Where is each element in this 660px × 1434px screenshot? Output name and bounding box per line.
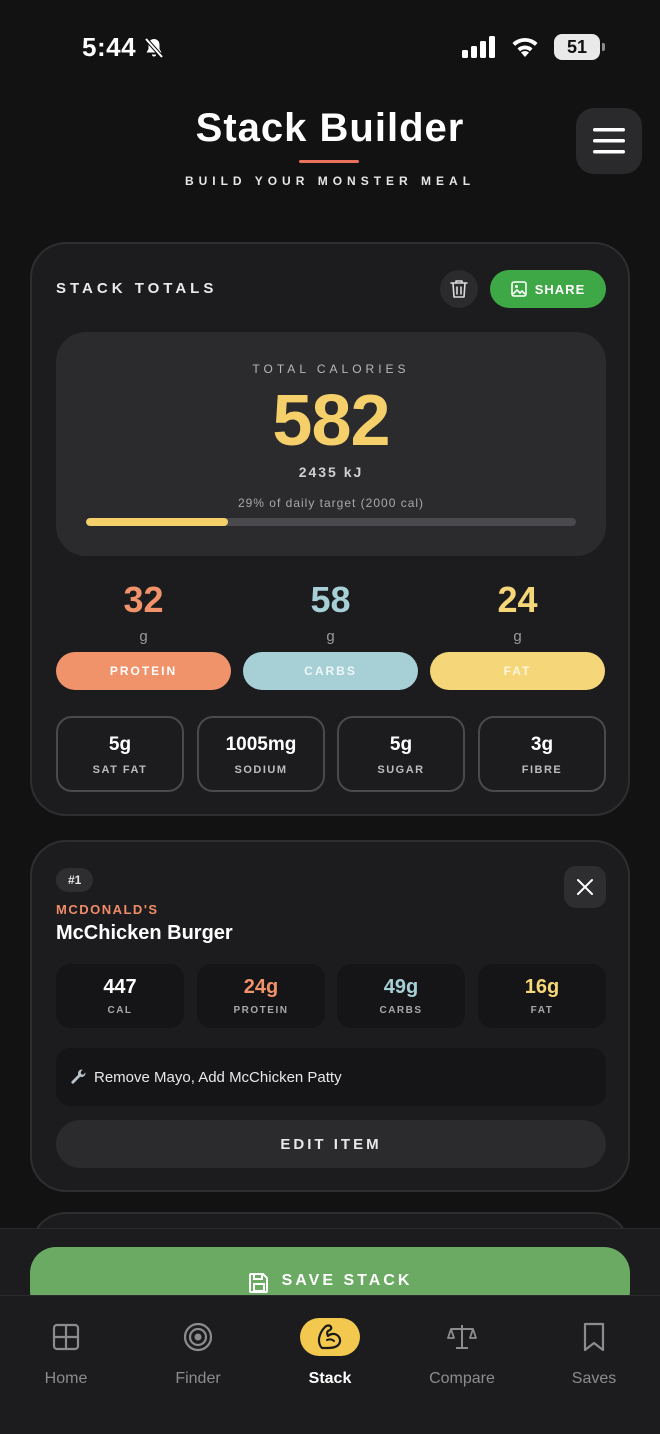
item-customization-text: Remove Mayo, Add McChicken Patty: [94, 1068, 342, 1086]
kilojoules-value: 2435 kJ: [298, 464, 364, 480]
clear-stack-button[interactable]: [440, 270, 478, 308]
status-clock: 5:44: [82, 32, 137, 62]
stack-item-card: #1 MCDONALD'S McChicken Burger 447 CAL 2…: [30, 840, 630, 1192]
save-icon: [248, 1273, 268, 1293]
item-index-badge: #1: [56, 868, 94, 892]
page-subtitle: BUILD YOUR MONSTER MEAL: [184, 174, 476, 188]
wifi-icon: [512, 37, 538, 57]
protein-total: 32 g: [56, 578, 231, 645]
trash-icon: [450, 280, 468, 298]
edit-item-button[interactable]: EDIT ITEM: [56, 1120, 606, 1168]
sodium-value: 1005mg: [225, 734, 297, 755]
bottom-tab-bar: Home Finder Stack Compare Saves: [0, 1295, 660, 1434]
total-calories-value: 582: [272, 381, 390, 461]
tab-finder[interactable]: Finder: [132, 1296, 264, 1396]
item-protein-label: PROTEIN: [233, 1005, 289, 1016]
item-protein-value: 24g: [243, 976, 279, 998]
fibre-stat: 3g FIBRE: [478, 716, 606, 792]
item-calories-label: CAL: [107, 1005, 133, 1016]
fat-total-unit: g: [513, 628, 522, 645]
signal-icon: [462, 36, 495, 58]
tab-stack-icon-wrap: [300, 1318, 360, 1356]
daily-progress-fill: [86, 518, 229, 526]
item-carbs-label: CARBS: [379, 1005, 423, 1016]
bookmark-icon: [582, 1318, 606, 1356]
carbs-total-value: 58: [310, 579, 351, 620]
protein-total-unit: g: [139, 628, 148, 645]
item-calories-value: 447: [103, 976, 137, 998]
protein-pill: PROTEIN: [56, 652, 231, 690]
stack-totals-label: STACK TOTALS: [56, 280, 218, 297]
item-brand: MCDONALD'S: [56, 902, 159, 917]
fibre-value: 3g: [530, 734, 554, 755]
tab-saves[interactable]: Saves: [528, 1296, 660, 1396]
fat-total: 24 g: [430, 578, 605, 645]
sat-fat-label: SAT FAT: [92, 764, 148, 776]
fat-pill: FAT: [430, 652, 605, 690]
item-fat-value: 16g: [524, 976, 560, 998]
wrench-icon: [71, 1069, 86, 1084]
protein-total-value: 32: [123, 579, 164, 620]
hamburger-icon: [593, 128, 625, 154]
daily-progress-bar: [86, 518, 576, 526]
item-name: McChicken Burger: [56, 922, 233, 944]
status-time: 5:44: [82, 32, 166, 63]
sodium-stat: 1005mg SODIUM: [197, 716, 325, 792]
calories-panel: TOTAL CALORIES 582 2435 kJ 29% of daily …: [56, 332, 606, 556]
tab-saves-label: Saves: [571, 1370, 617, 1387]
target-icon: [183, 1318, 213, 1356]
item-carbs-stat: 49g CARBS: [337, 964, 465, 1028]
remove-item-button[interactable]: [564, 866, 606, 908]
daily-target-text: 29% of daily target (2000 cal): [237, 496, 425, 510]
carbs-total: 58 g: [243, 578, 418, 645]
status-bar: 5:44 51: [0, 0, 660, 96]
tab-finder-label: Finder: [175, 1370, 221, 1387]
tab-compare-label: Compare: [429, 1370, 495, 1387]
sat-fat-value: 5g: [108, 734, 132, 755]
item-fat-label: FAT: [530, 1005, 554, 1016]
menu-button[interactable]: [576, 108, 642, 174]
save-stack-label: SAVE STACK: [281, 1272, 413, 1289]
share-label: SHARE: [534, 281, 586, 297]
total-calories-label: TOTAL CALORIES: [252, 362, 410, 376]
battery-indicator: 51: [554, 34, 605, 60]
image-icon: [510, 281, 527, 297]
close-icon: [577, 879, 593, 895]
item-calories-stat: 447 CAL: [56, 964, 184, 1028]
tab-stack-label: Stack: [308, 1370, 352, 1387]
tab-compare[interactable]: Compare: [396, 1296, 528, 1396]
flexed-arm-icon: [300, 1318, 360, 1356]
item-carbs-value: 49g: [383, 976, 419, 998]
scale-icon: [447, 1318, 477, 1356]
tab-home[interactable]: Home: [0, 1296, 132, 1396]
tab-stack[interactable]: Stack: [264, 1296, 396, 1396]
stack-totals-card: STACK TOTALS SHARE TOTAL CALORIES 582 24…: [30, 242, 630, 816]
fibre-label: FIBRE: [521, 764, 563, 776]
carbs-pill: CARBS: [243, 652, 418, 690]
title-underline: [299, 160, 359, 163]
sodium-label: SODIUM: [234, 764, 288, 776]
grid-icon: [52, 1318, 80, 1356]
item-fat-stat: 16g FAT: [478, 964, 606, 1028]
fat-total-value: 24: [497, 579, 538, 620]
save-stack-bar: SAVE STACK: [0, 1228, 660, 1298]
sugar-label: SUGAR: [377, 764, 425, 776]
sat-fat-stat: 5g SAT FAT: [56, 716, 184, 792]
item-protein-stat: 24g PROTEIN: [197, 964, 325, 1028]
carbs-total-unit: g: [326, 628, 335, 645]
sugar-stat: 5g SUGAR: [337, 716, 465, 792]
sugar-value: 5g: [389, 734, 413, 755]
bell-muted-icon: [144, 37, 164, 58]
page-title: Stack Builder: [195, 106, 465, 150]
tab-home-label: Home: [44, 1370, 88, 1387]
share-button[interactable]: SHARE: [490, 270, 606, 308]
status-indicators: 51: [462, 34, 605, 60]
save-stack-button[interactable]: SAVE STACK: [30, 1247, 630, 1298]
item-customization: Remove Mayo, Add McChicken Patty: [56, 1048, 606, 1106]
